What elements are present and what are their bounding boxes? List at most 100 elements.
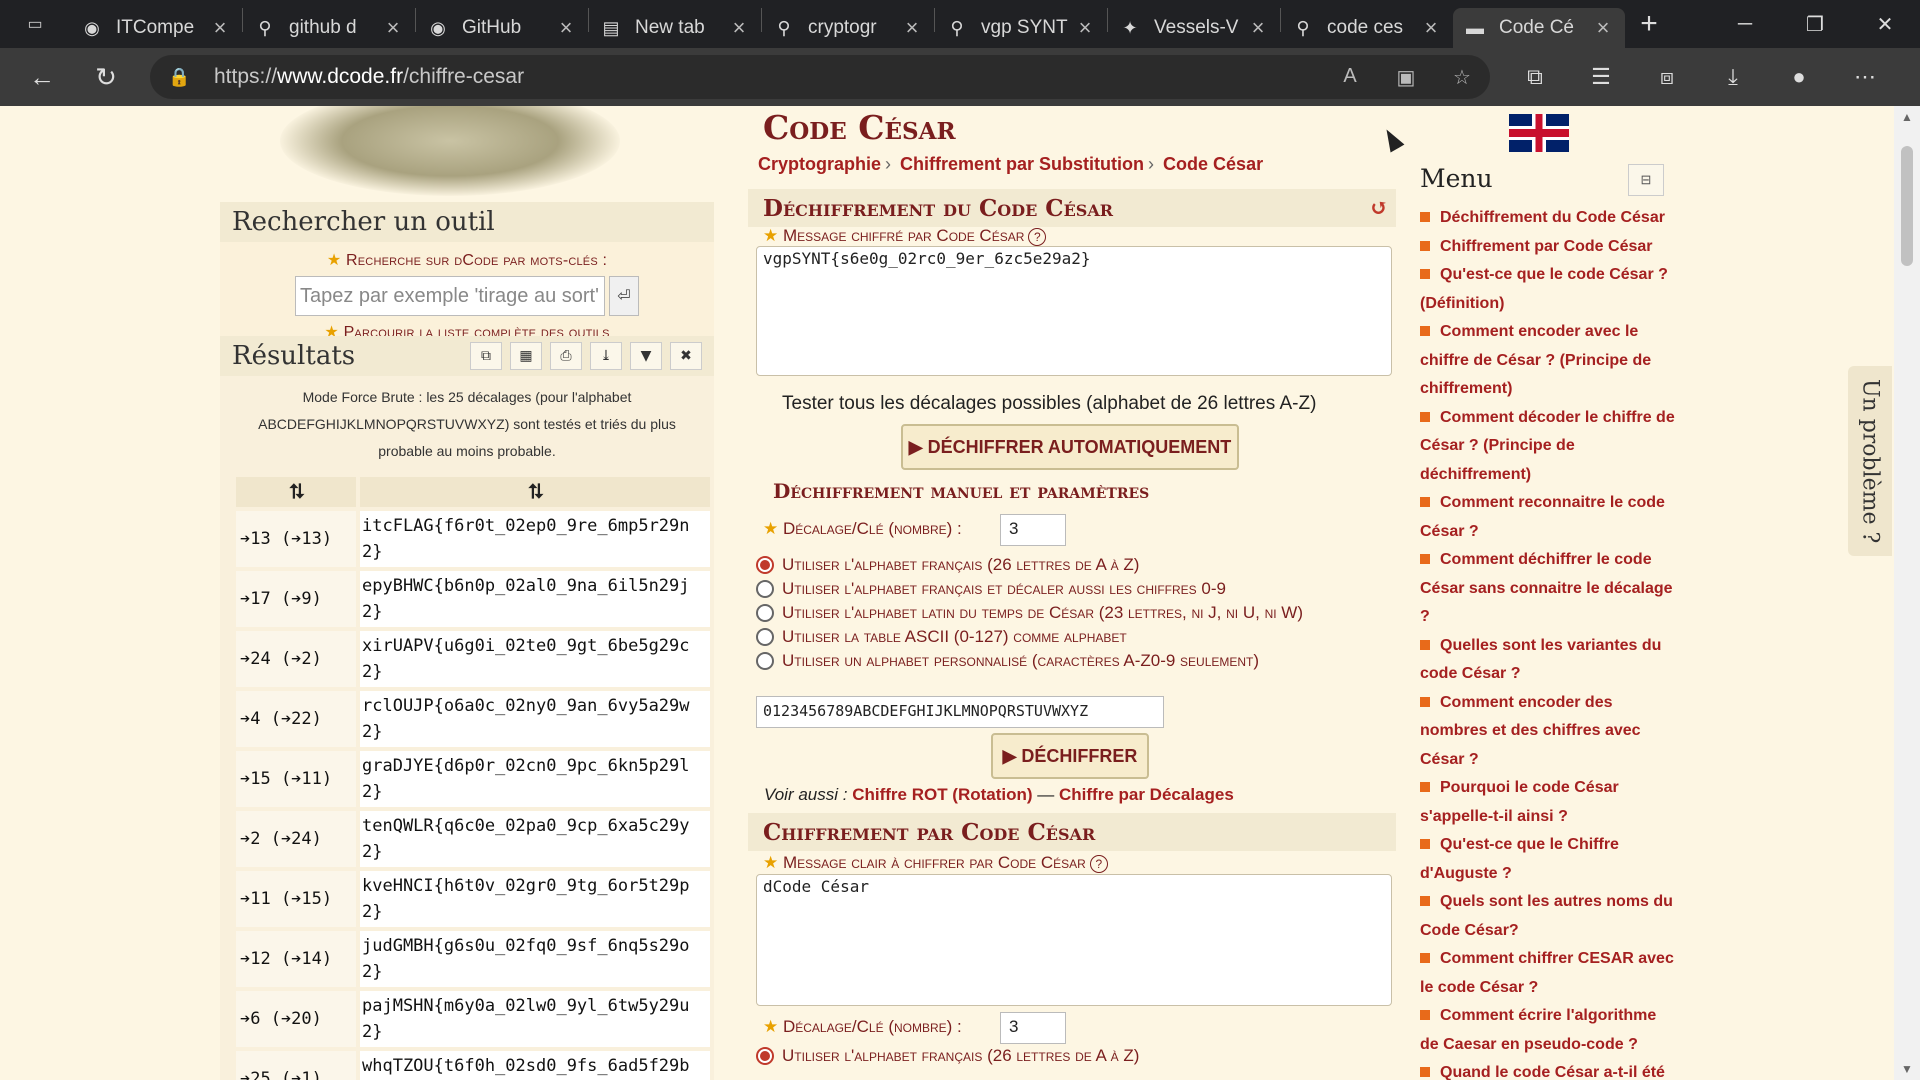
search-input[interactable]: Tapez par exemple 'tirage au sort' xyxy=(295,276,605,316)
search-submit-button[interactable]: ⏎ xyxy=(609,276,639,316)
english-flag-icon[interactable] xyxy=(1509,114,1569,152)
alphabet-option[interactable]: Utiliser l'alphabet français (26 lettres… xyxy=(756,555,1139,575)
breadcrumb-item[interactable]: Chiffrement par Substitution xyxy=(900,154,1144,174)
close-results-icon[interactable]: ✖ xyxy=(670,342,702,370)
alphabet-option[interactable]: Utiliser la table ASCII (0-127) comme al… xyxy=(756,627,1127,647)
alphabet-option[interactable]: Utiliser l'alphabet français et décaler … xyxy=(756,579,1226,599)
browser-tab[interactable]: ✦ Vessels-V × xyxy=(1108,8,1280,48)
browser-tab[interactable]: ⚲ cryptogr × xyxy=(762,8,934,48)
new-tab-button[interactable]: + xyxy=(1625,0,1673,48)
screenshot-icon[interactable]: ▦ xyxy=(510,342,542,370)
radio-button[interactable] xyxy=(756,580,774,598)
rot-cipher-link[interactable]: Chiffre ROT (Rotation) xyxy=(852,785,1032,804)
menu-item[interactable]: Chiffrement par Code César xyxy=(1420,233,1676,262)
more-menu-icon[interactable]: ⋯ xyxy=(1832,64,1898,90)
alphabet-option[interactable]: Utiliser un alphabet personnalisé (carac… xyxy=(756,651,1259,671)
shift2-input[interactable]: 3 xyxy=(1000,1012,1066,1044)
profile-avatar[interactable]: ● xyxy=(1766,64,1832,90)
breadcrumb-item[interactable]: Cryptographie xyxy=(758,154,881,174)
scroll-up-icon[interactable]: ▲ xyxy=(1894,110,1920,124)
pin-icon[interactable]: ▼ xyxy=(630,342,662,370)
menu-item[interactable]: Comment décoder le chiffre de César ? (P… xyxy=(1420,404,1676,490)
app-view-icon[interactable]: ▣ xyxy=(1388,65,1424,90)
sort-shift-header[interactable]: ⮁ xyxy=(236,477,356,507)
menu-item[interactable]: Quelles sont les variantes du code César… xyxy=(1420,632,1676,689)
tab-close-icon[interactable]: × xyxy=(1591,15,1615,41)
breadcrumb-item[interactable]: Code César xyxy=(1163,154,1263,174)
arrow-bullet-icon xyxy=(1420,839,1430,849)
see-also-line: Voir aussi : Chiffre ROT (Rotation) — Ch… xyxy=(764,785,1234,805)
search-label-line: ★ Recherche sur dCode par mots-clés : xyxy=(220,250,714,270)
menu-item[interactable]: Qu'est-ce que le Chiffre d'Auguste ? xyxy=(1420,831,1676,888)
tab-close-icon[interactable]: × xyxy=(1246,15,1270,41)
tab-close-icon[interactable]: × xyxy=(727,15,751,41)
auto-decrypt-button[interactable]: ▶ DÉCHIFFRER AUTOMATIQUEMENT xyxy=(901,424,1239,470)
scroll-down-icon[interactable]: ▼ xyxy=(1894,1062,1920,1076)
decrypt-button[interactable]: ▶ DÉCHIFFRER xyxy=(991,733,1149,779)
browser-tab[interactable]: ⚲ github d × xyxy=(243,8,415,48)
favorite-star-icon[interactable]: ☆ xyxy=(1444,65,1480,90)
help-icon[interactable]: ? xyxy=(1089,855,1108,873)
menu-item[interactable]: Qu'est-ce que le code César ? (Définitio… xyxy=(1420,261,1676,318)
back-button[interactable]: ← xyxy=(20,55,64,99)
menu-collapse-button[interactable]: ⊟ xyxy=(1628,164,1664,196)
tab-actions-icon[interactable]: ▭ xyxy=(0,0,70,48)
encrypt-alphabet-option[interactable]: Utiliser l'alphabet français (26 lettres… xyxy=(756,1046,1139,1066)
menu-item[interactable]: Comment encoder des nombres et des chiff… xyxy=(1420,689,1676,775)
close-window-button[interactable]: ✕ xyxy=(1850,0,1920,48)
radio-button[interactable] xyxy=(756,604,774,622)
lock-icon[interactable]: 🔒 xyxy=(168,67,192,88)
github-icon: ◉ xyxy=(84,17,100,38)
minimize-button[interactable]: ─ xyxy=(1710,0,1780,48)
menu-item-label: Qu'est-ce que le Chiffre d'Auguste ? xyxy=(1420,836,1619,882)
browser-tab[interactable]: ◉ GitHub × xyxy=(416,8,588,48)
report-problem-tab[interactable]: Un problème ? xyxy=(1848,366,1892,556)
browser-tab[interactable]: ▤ New tab × xyxy=(589,8,761,48)
tab-close-icon[interactable]: × xyxy=(381,15,405,41)
alphabet-option[interactable]: Utiliser l'alphabet latin du temps de Cé… xyxy=(756,603,1303,623)
tab-close-icon[interactable]: × xyxy=(1419,15,1443,41)
sort-text-header[interactable]: ⮁ xyxy=(360,477,710,507)
print-icon[interactable]: ⎙ xyxy=(550,342,582,370)
extensions-icon[interactable]: ⧉ xyxy=(1502,64,1568,90)
collections-icon[interactable]: ⧈ xyxy=(1634,64,1700,90)
shift-cipher-link[interactable]: Chiffre par Décalages xyxy=(1059,785,1234,804)
menu-item[interactable]: Quels sont les autres noms du Code César… xyxy=(1420,888,1676,945)
menu-item[interactable]: Pourquoi le code César s'appelle-t-il ai… xyxy=(1420,774,1676,831)
menu-item[interactable]: Comment écrire l'algorithme de Caesar en… xyxy=(1420,1002,1676,1059)
tab-close-icon[interactable]: × xyxy=(1073,15,1097,41)
menu-item[interactable]: Comment chiffrer CESAR avec le code Césa… xyxy=(1420,945,1676,1002)
plain-textarea[interactable]: dCode César xyxy=(756,874,1392,1006)
browser-tab[interactable]: ⚲ code ces × xyxy=(1281,8,1453,48)
help-icon[interactable]: ? xyxy=(1028,228,1047,246)
favorites-icon[interactable]: ☰ xyxy=(1568,64,1634,90)
scroll-thumb[interactable] xyxy=(1901,146,1913,266)
menu-item[interactable]: Comment déchiffrer le code César sans co… xyxy=(1420,546,1676,632)
menu-item[interactable]: Comment reconnaitre le code César ? xyxy=(1420,489,1676,546)
copy-icon[interactable]: ⧉ xyxy=(470,342,502,370)
browser-tab[interactable]: ▬ Code Cé × xyxy=(1453,8,1625,48)
shift-input[interactable]: 3 xyxy=(1000,514,1066,546)
reset-icon[interactable]: ↺ xyxy=(1370,195,1388,221)
cipher-textarea[interactable]: vgpSYNT{s6e0g_02rc0_9er_6zc5e29a2} xyxy=(756,246,1392,376)
refresh-button[interactable]: ↻ xyxy=(84,55,128,99)
tab-close-icon[interactable]: × xyxy=(554,15,578,41)
read-aloud-icon[interactable]: A xyxy=(1332,65,1368,90)
restore-button[interactable]: ❐ xyxy=(1780,0,1850,48)
radio-button[interactable] xyxy=(756,1047,774,1065)
browser-tab[interactable]: ◉ ITCompe × xyxy=(70,8,242,48)
menu-item[interactable]: Comment encoder avec le chiffre de César… xyxy=(1420,318,1676,404)
page-scrollbar[interactable]: ▲ ▼ xyxy=(1894,106,1920,1080)
browser-tab[interactable]: ⚲ vgp SYNT × xyxy=(935,8,1107,48)
tab-close-icon[interactable]: × xyxy=(900,15,924,41)
menu-item[interactable]: Déchiffrement du Code César xyxy=(1420,204,1676,233)
custom-alphabet-input[interactable]: 0123456789ABCDEFGHIJKLMNOPQRSTUVWXYZ xyxy=(756,696,1164,728)
radio-button[interactable] xyxy=(756,556,774,574)
downloads-icon[interactable]: ⤓ xyxy=(1700,64,1766,90)
radio-button[interactable] xyxy=(756,652,774,670)
tab-close-icon[interactable]: × xyxy=(208,15,232,41)
radio-button[interactable] xyxy=(756,628,774,646)
download-icon[interactable]: ⤓ xyxy=(590,342,622,370)
menu-item[interactable]: Quand le code César a-t-il été xyxy=(1420,1059,1676,1080)
address-bar[interactable]: 🔒 https://www.dcode.fr/chiffre-cesar A ▣… xyxy=(150,55,1490,99)
